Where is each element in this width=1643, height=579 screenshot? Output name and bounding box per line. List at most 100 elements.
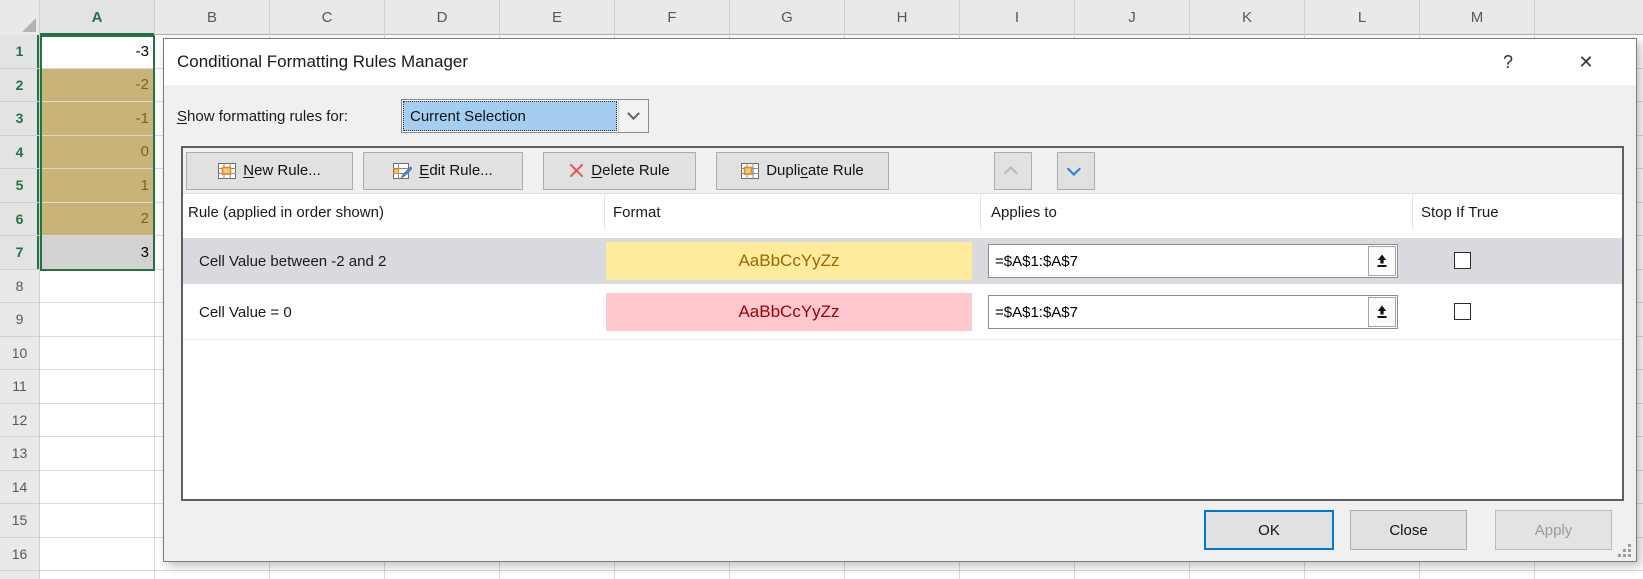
row-header-3[interactable]: 3 (0, 102, 40, 136)
cell[interactable]: -1 (40, 102, 155, 136)
move-rule-up-button[interactable] (994, 152, 1032, 190)
close-icon[interactable]: ✕ (1564, 39, 1608, 85)
cell[interactable] (40, 538, 155, 572)
cell[interactable] (40, 504, 155, 538)
row-header-13[interactable]: 13 (0, 437, 40, 471)
close-button[interactable]: Close (1350, 510, 1467, 550)
format-preview: AaBbCcYyZz (606, 242, 972, 280)
rule-row[interactable]: Cell Value = 0 AaBbCcYyZz (183, 289, 1622, 335)
cell[interactable]: 1 (40, 169, 155, 203)
column-header-F[interactable]: F (615, 0, 730, 35)
cell[interactable] (155, 571, 270, 579)
row-header-10[interactable]: 10 (0, 337, 40, 371)
select-all-corner[interactable] (0, 0, 40, 35)
column-header-D[interactable]: D (385, 0, 500, 35)
rule-description: Cell Value = 0 (199, 289, 292, 335)
row-header-9[interactable]: 9 (0, 303, 40, 337)
stop-if-true-checkbox[interactable] (1454, 252, 1471, 269)
cell[interactable] (40, 571, 155, 579)
cell[interactable]: -3 (40, 35, 155, 69)
rule-description: Cell Value between -2 and 2 (199, 238, 386, 284)
column-header-H[interactable]: H (845, 0, 960, 35)
column-header-A[interactable]: A (40, 0, 155, 35)
chevron-down-icon (627, 107, 640, 120)
show-rules-dropdown[interactable]: Current Selection (401, 99, 649, 133)
row-header-5[interactable]: 5 (0, 169, 40, 203)
row-header-14[interactable]: 14 (0, 471, 40, 505)
duplicate-rule-button[interactable]: Duplicate Rule (716, 152, 889, 190)
cell[interactable] (730, 571, 845, 579)
cell[interactable] (500, 571, 615, 579)
dialog-title: Conditional Formatting Rules Manager (177, 52, 468, 72)
cell[interactable] (40, 471, 155, 505)
applies-to-field (988, 295, 1398, 329)
show-rules-label: Show formatting rules for: (177, 99, 348, 133)
column-header-B[interactable]: B (155, 0, 270, 35)
column-header-K[interactable]: K (1190, 0, 1305, 35)
row-header-15[interactable]: 15 (0, 504, 40, 538)
applies-to-input[interactable] (989, 296, 1367, 328)
cell[interactable] (40, 337, 155, 371)
column-header-G[interactable]: G (730, 0, 845, 35)
cell[interactable] (1535, 571, 1643, 579)
move-rule-down-button[interactable] (1057, 152, 1095, 190)
cell[interactable] (40, 370, 155, 404)
chevron-down-icon (1067, 161, 1081, 175)
cell[interactable] (845, 571, 960, 579)
column-header-M[interactable]: M (1420, 0, 1535, 35)
cell[interactable]: -2 (40, 69, 155, 103)
collapse-dialog-button[interactable] (1368, 246, 1396, 276)
row-header-7[interactable]: 7 (0, 236, 40, 270)
range-picker-arrow-icon (1375, 254, 1389, 268)
cell[interactable]: 0 (40, 136, 155, 170)
cell[interactable] (615, 571, 730, 579)
delete-x-icon (569, 163, 584, 178)
row-header-8[interactable]: 8 (0, 270, 40, 304)
new-rule-button[interactable]: New Rule... (186, 152, 353, 190)
row-header-4[interactable]: 4 (0, 136, 40, 170)
cell[interactable] (385, 571, 500, 579)
stop-if-true-checkbox[interactable] (1454, 303, 1471, 320)
cell[interactable] (1075, 571, 1190, 579)
duplicate-rule-table-icon (741, 163, 759, 179)
row-header-partial[interactable] (0, 571, 40, 579)
rules-toolbar: New Rule... Edit Rule... Delete Rule Dup… (183, 148, 1622, 194)
column-header-J[interactable]: J (1075, 0, 1190, 35)
dropdown-arrow-button[interactable] (618, 100, 648, 132)
dialog-titlebar[interactable]: Conditional Formatting Rules Manager ? ✕ (164, 39, 1636, 85)
ok-button[interactable]: OK (1204, 510, 1334, 550)
delete-rule-button[interactable]: Delete Rule (543, 152, 696, 190)
cell[interactable] (40, 270, 155, 304)
edit-rule-button[interactable]: Edit Rule... (363, 152, 523, 190)
cell[interactable]: 3 (40, 236, 155, 270)
row-header-6[interactable]: 6 (0, 203, 40, 237)
row-header-2[interactable]: 2 (0, 69, 40, 103)
row-header-16[interactable]: 16 (0, 538, 40, 572)
cell[interactable] (40, 404, 155, 438)
cell[interactable] (40, 303, 155, 337)
cell[interactable]: 2 (40, 203, 155, 237)
cell[interactable] (1190, 571, 1305, 579)
column-header-C[interactable]: C (270, 0, 385, 35)
cell[interactable] (40, 437, 155, 471)
resize-grip-icon[interactable] (1617, 543, 1632, 558)
apply-button: Apply (1495, 510, 1612, 550)
cell[interactable] (1305, 571, 1420, 579)
cell[interactable] (1420, 571, 1535, 579)
applies-to-input[interactable] (989, 245, 1367, 277)
row-header-1[interactable]: 1 (0, 35, 40, 69)
row-header-12[interactable]: 12 (0, 404, 40, 438)
rule-row[interactable]: Cell Value between -2 and 2 AaBbCcYyZz (183, 238, 1622, 284)
format-preview: AaBbCcYyZz (606, 293, 972, 331)
column-header-I[interactable]: I (960, 0, 1075, 35)
list-divider (183, 339, 1622, 340)
chevron-up-icon (1004, 166, 1018, 180)
column-header-partial[interactable] (1535, 0, 1643, 35)
cell[interactable] (960, 571, 1075, 579)
collapse-dialog-button[interactable] (1368, 297, 1396, 327)
help-button[interactable]: ? (1486, 39, 1530, 85)
cell[interactable] (270, 571, 385, 579)
column-header-L[interactable]: L (1305, 0, 1420, 35)
row-header-11[interactable]: 11 (0, 370, 40, 404)
column-header-E[interactable]: E (500, 0, 615, 35)
